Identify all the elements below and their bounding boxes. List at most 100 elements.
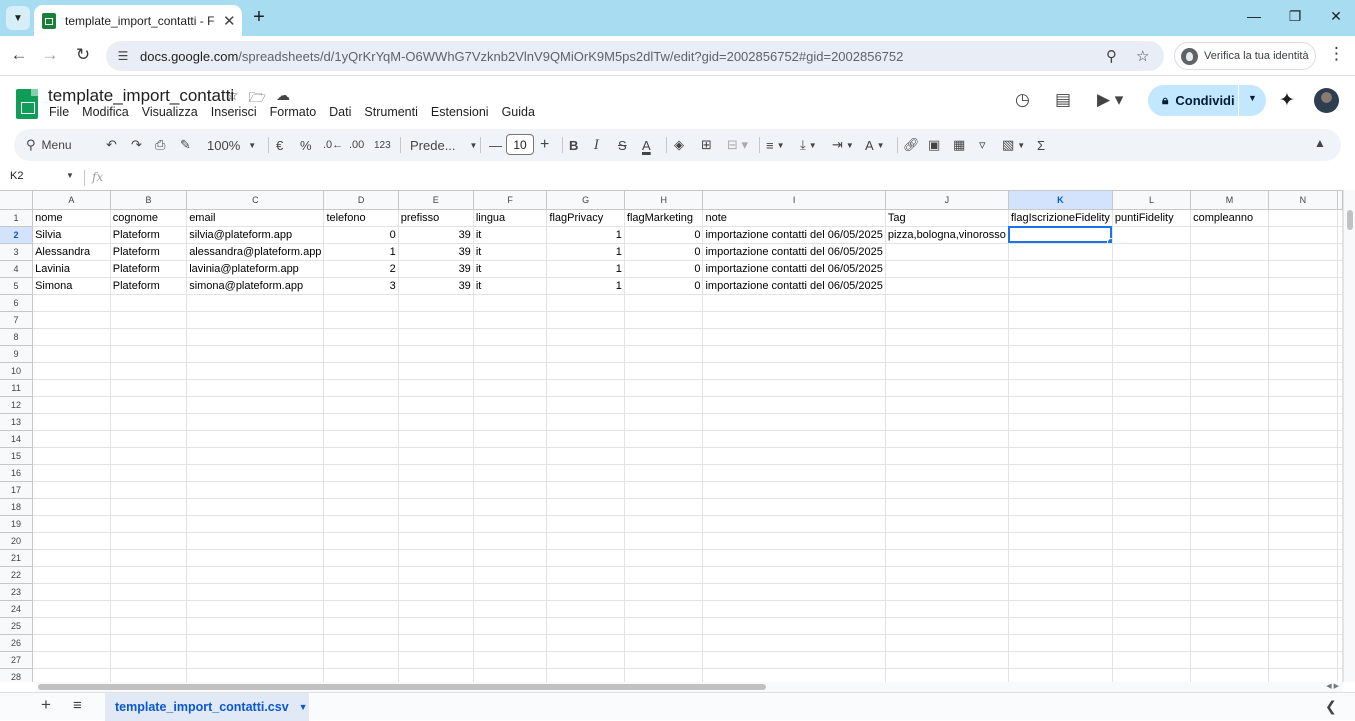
cell[interactable] [1008, 668, 1113, 682]
zoom-lens-icon[interactable]: ⚲ [1106, 47, 1117, 65]
cell[interactable] [1337, 498, 1343, 516]
cell[interactable] [624, 447, 704, 465]
functions-sigma-icon[interactable]: Σ [1037, 135, 1045, 155]
cell[interactable] [702, 328, 886, 346]
cell[interactable] [1008, 515, 1113, 533]
cell[interactable] [885, 464, 1009, 482]
cell-table[interactable]: ABCDEFGHIJKLMN 1 nome cognome email telefono… [0, 191, 1343, 682]
cell[interactable] [323, 447, 399, 465]
cell[interactable] [323, 430, 399, 448]
cell[interactable] [546, 583, 625, 601]
cell[interactable] [1268, 294, 1339, 312]
cell[interactable] [398, 583, 474, 601]
cell[interactable] [32, 515, 111, 533]
cell[interactable] [885, 651, 1009, 669]
cell[interactable] [398, 464, 474, 482]
row-header[interactable]: 22 [0, 566, 34, 584]
menu-formato[interactable]: Formato [270, 105, 317, 119]
redo-icon[interactable]: ↷ [131, 135, 142, 155]
cell[interactable] [1337, 634, 1343, 652]
cell[interactable] [398, 651, 474, 669]
cell[interactable] [1008, 566, 1113, 584]
horizontal-align-icon[interactable]: ≡ ▼ [766, 135, 785, 155]
cell[interactable] [624, 498, 704, 516]
cell[interactable] [702, 668, 886, 682]
cell[interactable] [110, 651, 188, 669]
cell[interactable] [323, 294, 399, 312]
cell[interactable] [702, 345, 886, 363]
url-text[interactable]: docs.google.com/spreadsheets/d/1yQrKrYqM… [140, 49, 903, 64]
cell[interactable] [1008, 447, 1113, 465]
cell[interactable] [1337, 294, 1343, 312]
cell[interactable]: it [473, 277, 548, 295]
cell[interactable] [1190, 413, 1269, 431]
cell[interactable] [32, 311, 111, 329]
percent-format-button[interactable]: % [300, 135, 312, 155]
cell[interactable] [32, 668, 111, 682]
cell[interactable] [624, 617, 704, 635]
cell[interactable] [398, 328, 474, 346]
browser-tab-active[interactable]: template_import_contatti - Fogli Google … [34, 5, 242, 36]
cell[interactable] [398, 311, 474, 329]
increase-decimal-button[interactable]: .00 [349, 135, 364, 155]
cell[interactable] [323, 532, 399, 550]
cell[interactable]: nome [32, 209, 111, 227]
browser-menu-icon[interactable]: ⋮ [1328, 44, 1345, 64]
vertical-scrollbar[interactable] [1343, 190, 1355, 682]
cell[interactable] [702, 651, 886, 669]
cell[interactable] [473, 328, 548, 346]
cell[interactable] [323, 668, 399, 682]
reload-icon[interactable]: ↻ [72, 44, 94, 66]
cell[interactable] [1008, 600, 1113, 618]
row-header[interactable]: 8 [0, 328, 34, 346]
cell[interactable]: simona@plateform.app [186, 277, 325, 295]
cell[interactable] [1190, 498, 1269, 516]
zoom-select[interactable]: 100% ▼ [207, 135, 256, 155]
cell[interactable] [110, 617, 188, 635]
cell[interactable] [1337, 396, 1343, 414]
cell[interactable] [1337, 464, 1343, 482]
cell[interactable] [398, 430, 474, 448]
cell[interactable] [1112, 515, 1192, 533]
cell[interactable] [1190, 430, 1269, 448]
row-header[interactable]: 10 [0, 362, 34, 380]
cell[interactable] [885, 260, 1009, 278]
cell[interactable] [186, 379, 325, 397]
cell[interactable] [1112, 651, 1192, 669]
font-size-input[interactable]: 10 [506, 134, 534, 155]
cell[interactable] [186, 532, 325, 550]
version-history-icon[interactable]: ◷ [1015, 90, 1030, 110]
cell[interactable] [32, 498, 111, 516]
cell[interactable] [1008, 243, 1113, 261]
cell[interactable]: Plateform [110, 260, 188, 278]
cell[interactable]: importazione contatti del 06/05/2025 [702, 260, 886, 278]
cell[interactable] [186, 583, 325, 601]
cell[interactable] [702, 515, 886, 533]
cell[interactable] [546, 430, 625, 448]
menu-estensioni[interactable]: Estensioni [431, 105, 489, 119]
cell[interactable] [1008, 583, 1113, 601]
cell[interactable] [398, 447, 474, 465]
cell[interactable]: 1 [546, 243, 625, 261]
cell[interactable] [186, 464, 325, 482]
cell[interactable] [110, 345, 188, 363]
site-info-icon[interactable]: ☰ [114, 47, 132, 65]
cell[interactable] [1337, 617, 1343, 635]
cell[interactable] [1112, 345, 1192, 363]
cell[interactable] [1190, 447, 1269, 465]
cell[interactable] [473, 379, 548, 397]
cell[interactable]: note [702, 209, 886, 227]
account-avatar[interactable] [1314, 88, 1339, 113]
menu-guida[interactable]: Guida [502, 105, 535, 119]
cell[interactable]: Silvia [32, 226, 111, 244]
cell[interactable] [473, 430, 548, 448]
cell[interactable] [473, 617, 548, 635]
cell[interactable] [624, 328, 704, 346]
cell[interactable] [473, 481, 548, 499]
cell[interactable] [624, 515, 704, 533]
cell[interactable] [1190, 481, 1269, 499]
cell[interactable] [473, 362, 548, 380]
cell[interactable] [1008, 362, 1113, 380]
cell[interactable] [1268, 634, 1339, 652]
all-sheets-icon[interactable]: ≡ [73, 697, 82, 714]
